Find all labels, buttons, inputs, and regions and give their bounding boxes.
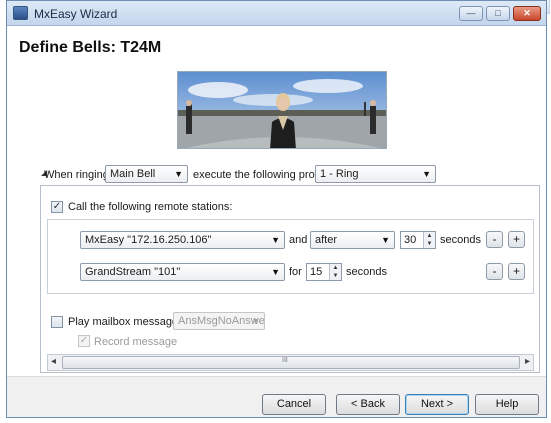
chevron-down-icon: ▼	[271, 235, 280, 245]
duration-seconds-value: 15	[310, 266, 323, 278]
spin-arrows-icon[interactable]: ▲ ▼	[329, 264, 341, 280]
play-mailbox-label: Play mailbox message:	[68, 316, 182, 328]
spin-arrows-icon[interactable]: ▲ ▼	[423, 232, 435, 248]
back-button[interactable]: < Back	[336, 394, 400, 415]
cancel-button[interactable]: Cancel	[262, 394, 326, 415]
when-ringing-label: When ringing:	[44, 169, 112, 181]
next-button[interactable]: Next >	[405, 394, 469, 415]
help-button[interactable]: Help	[475, 394, 539, 415]
delay-seconds-stepper[interactable]: 30 ▲ ▼	[400, 231, 436, 249]
remote-station-value-2: GrandStream "101"	[85, 266, 181, 278]
remote-station-select-2[interactable]: GrandStream "101" ▼	[80, 263, 285, 281]
and-label: and	[289, 234, 308, 246]
for-label: for	[289, 266, 302, 278]
remote-station-select-1[interactable]: MxEasy "172.16.250.106" ▼	[80, 231, 285, 249]
maximize-button[interactable]: □	[486, 6, 510, 21]
bell-select[interactable]: Main Bell ▼	[105, 165, 188, 183]
scroll-left-icon[interactable]: ◂	[51, 356, 56, 367]
timing-select-value: after	[315, 234, 338, 246]
scroll-right-icon[interactable]: ▸	[525, 356, 530, 367]
execute-profile-label: execute the following profile:	[193, 169, 332, 181]
chevron-down-icon: ▼	[174, 169, 183, 179]
profile-select-value: 1 - Ring	[320, 168, 359, 180]
close-button[interactable]: ✕	[513, 6, 541, 21]
scroll-thumb[interactable]: III	[62, 356, 520, 369]
record-message-checkbox[interactable]: ✓	[78, 335, 90, 347]
chevron-down-icon: ▼	[251, 316, 260, 326]
call-remote-checkbox[interactable]: ✓	[51, 201, 63, 213]
play-mailbox-checkbox[interactable]	[51, 316, 63, 328]
window-title: MxEasy Wizard	[34, 7, 118, 21]
remove-station-button-1[interactable]: -	[486, 231, 503, 248]
bell-select-value: Main Bell	[110, 168, 156, 180]
timing-select[interactable]: after ▼	[310, 231, 395, 249]
chevron-down-icon: ▼	[271, 267, 280, 277]
add-station-button-2[interactable]: +	[508, 263, 525, 280]
delay-seconds-value: 30	[404, 234, 417, 246]
chevron-down-icon: ▼	[422, 169, 431, 179]
call-remote-label: Call the following remote stations:	[68, 201, 233, 213]
remote-stations-group: MxEasy "172.16.250.106" ▼ and after ▼ 30…	[47, 219, 534, 294]
settings-panel: ✓ Call the following remote stations: Mx…	[40, 185, 540, 373]
record-message-label: Record message	[94, 336, 178, 348]
chevron-down-icon: ▼	[381, 235, 390, 245]
seconds-label-1: seconds	[440, 234, 481, 246]
title-bar[interactable]: MxEasy Wizard — □ ✕	[7, 1, 546, 26]
camera-preview-image	[177, 71, 387, 149]
profile-select[interactable]: 1 - Ring ▼	[315, 165, 436, 183]
add-station-button-1[interactable]: +	[508, 231, 525, 248]
remote-station-value-1: MxEasy "172.16.250.106"	[85, 234, 212, 246]
minimize-button[interactable]: —	[459, 6, 483, 21]
remove-station-button-2[interactable]: -	[486, 263, 503, 280]
mailbox-message-select[interactable]: AnsMsgNoAnswer ▼	[173, 312, 265, 330]
duration-seconds-stepper[interactable]: 15 ▲ ▼	[306, 263, 342, 281]
page-title: Define Bells: T24M	[19, 39, 162, 56]
seconds-label-2: seconds	[346, 266, 387, 278]
scroll-grip-icon: III	[282, 357, 288, 364]
wizard-window: MxEasy Wizard — □ ✕ Define Bells: T24M ◢…	[6, 0, 547, 418]
horizontal-scrollbar[interactable]: ◂ III ▸	[47, 354, 534, 371]
app-icon	[13, 6, 28, 20]
